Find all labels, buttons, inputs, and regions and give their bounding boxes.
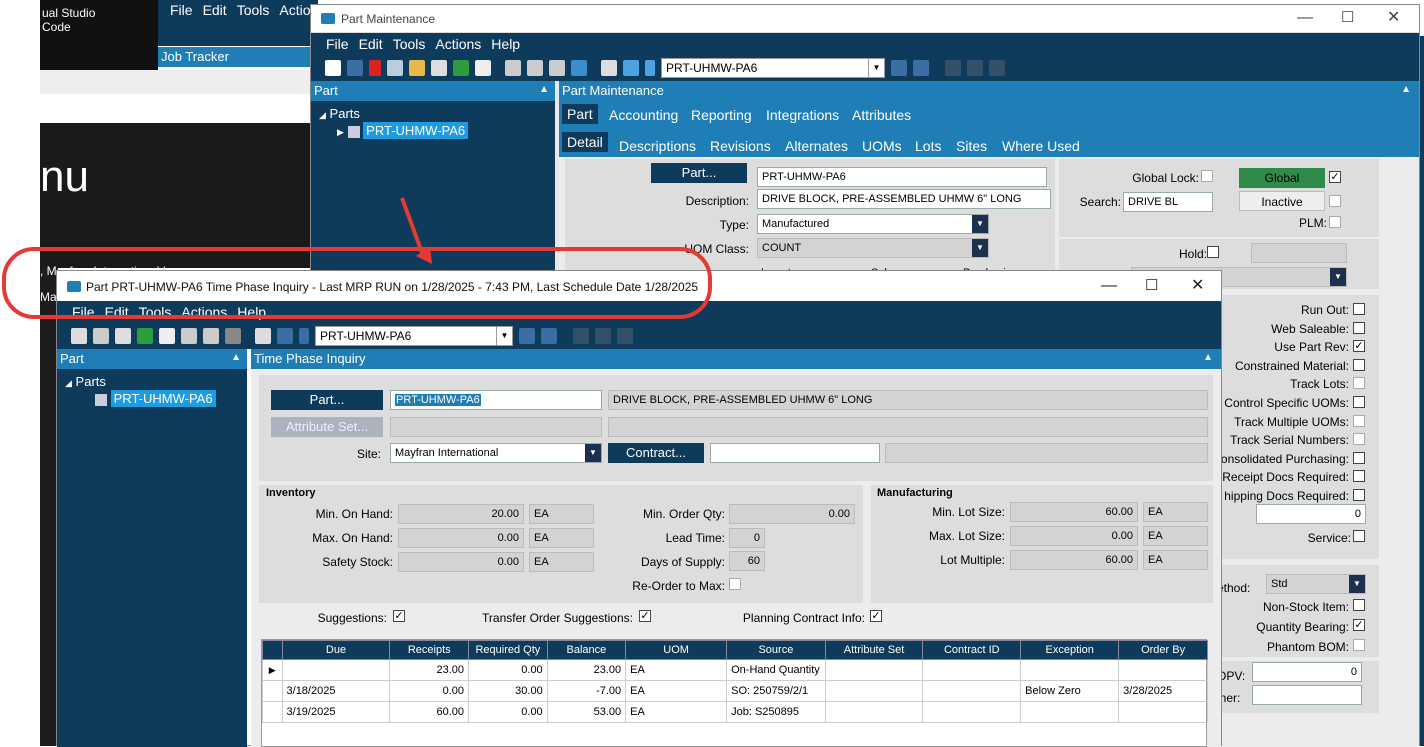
annotation-overlay bbox=[2, 197, 712, 319]
annotation-highlight bbox=[2, 247, 712, 319]
